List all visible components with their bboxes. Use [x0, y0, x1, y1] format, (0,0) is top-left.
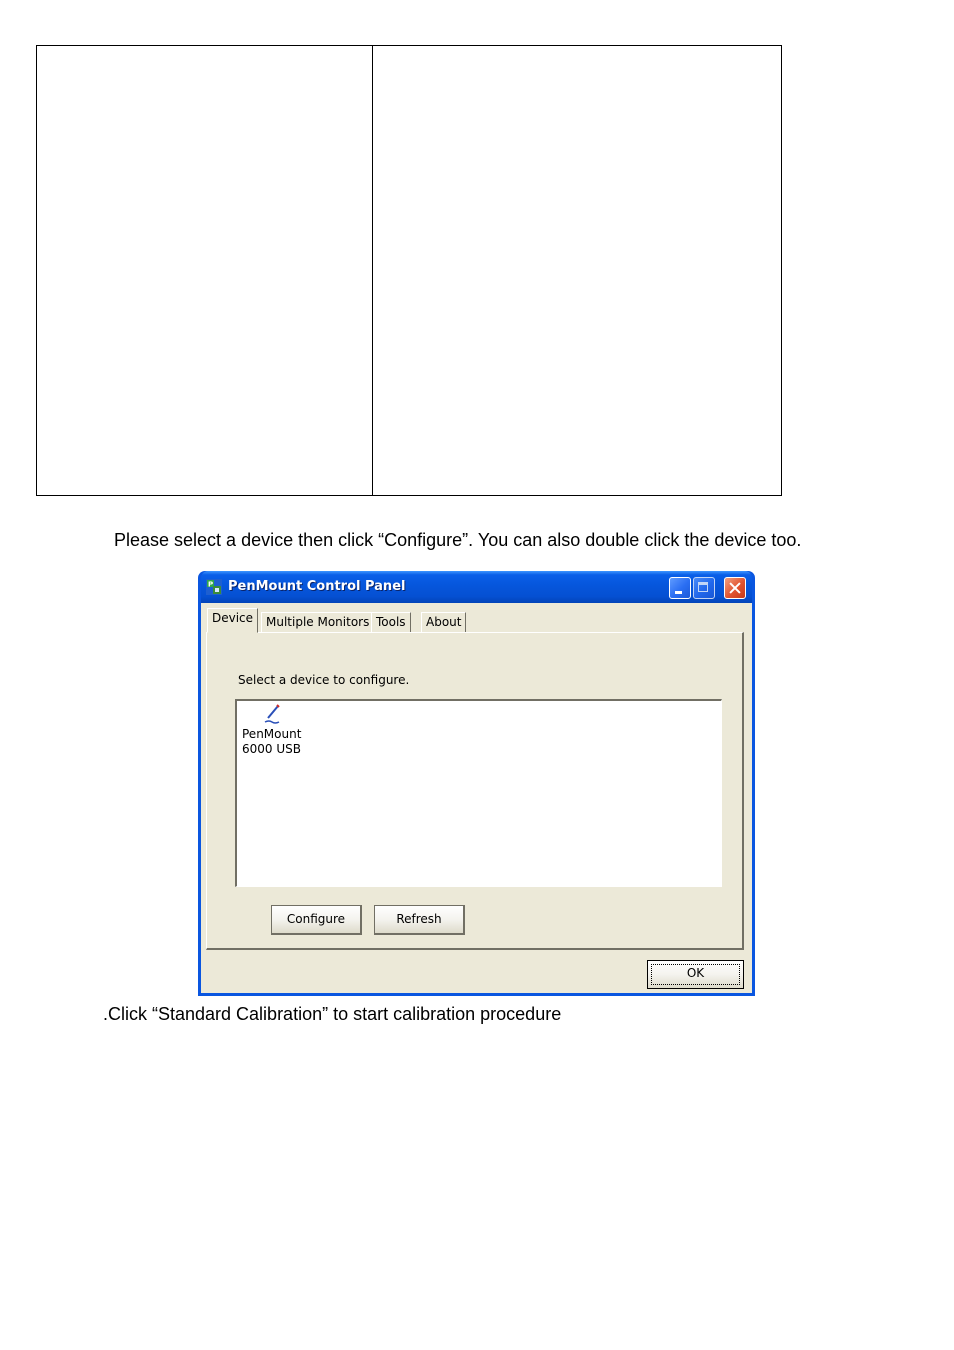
instruction-paragraph-2: .Click “Standard Calibration” to start c… — [103, 1004, 562, 1024]
maximize-button[interactable] — [693, 577, 715, 599]
window-client-area: Device Multiple Monitors Tools About Sel… — [201, 603, 752, 993]
tab-multiple-monitors[interactable]: Multiple Monitors — [261, 612, 375, 632]
device-tab-panel: Select a device to configure. PenMount 6… — [206, 632, 744, 950]
window-title: PenMount Control Panel — [228, 579, 406, 594]
device-list[interactable]: PenMount 6000 USB — [235, 699, 722, 887]
select-device-label: Select a device to configure. — [238, 673, 410, 687]
pen-icon — [264, 704, 280, 724]
device-item[interactable]: PenMount 6000 USB — [242, 703, 302, 757]
tab-device[interactable]: Device — [207, 608, 259, 633]
tab-tools[interactable]: Tools — [371, 612, 411, 632]
device-name: PenMount 6000 USB — [242, 727, 302, 756]
close-button[interactable] — [724, 577, 746, 599]
focus-rectangle — [651, 964, 740, 985]
configure-button[interactable]: Configure — [271, 905, 362, 935]
tab-about[interactable]: About — [421, 612, 467, 632]
refresh-button[interactable]: Refresh — [374, 905, 465, 935]
minimize-button[interactable] — [669, 577, 691, 599]
penmount-control-panel-window: P PenMount Control Panel Device Multiple… — [198, 571, 755, 996]
svg-text:P: P — [208, 581, 213, 589]
ok-button[interactable]: OK — [647, 960, 744, 989]
empty-table — [36, 45, 782, 496]
instruction-paragraph-1: Please select a device then click “Confi… — [114, 530, 802, 550]
penmount-app-icon: P — [206, 579, 222, 595]
table-column-divider — [372, 46, 373, 495]
window-titlebar[interactable]: P PenMount Control Panel — [201, 571, 752, 603]
